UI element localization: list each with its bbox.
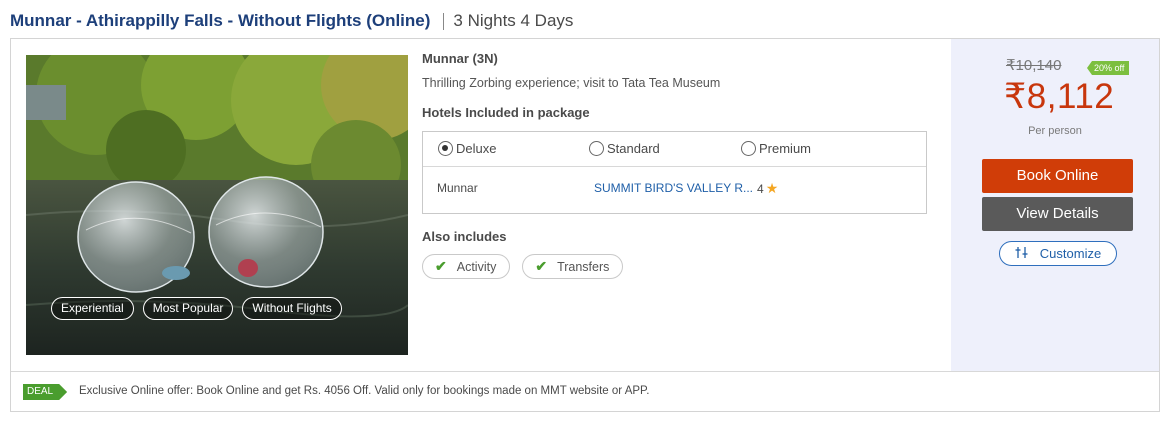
package-photo[interactable]: Experiential Most Popular Without Flight…	[26, 55, 408, 355]
deluxe-radio[interactable]	[438, 141, 453, 156]
tab-premium-label: Premium	[759, 141, 812, 156]
include-transfers: ✔ Transfers	[522, 254, 624, 279]
tab-standard[interactable]: Standard	[589, 141, 660, 156]
package-duration: 3 Nights 4 Days	[453, 11, 574, 30]
price-unit: Per person	[1028, 125, 1082, 137]
check-icon: ✔	[535, 258, 548, 274]
include-activity: ✔ Activity	[422, 254, 511, 279]
include-transfers-label: Transfers	[557, 259, 610, 274]
package-tags: Experiential Most Popular Without Flight…	[51, 297, 342, 320]
tab-premium[interactable]: Premium	[741, 141, 811, 156]
current-price: ₹8,112	[1004, 77, 1115, 116]
tag-most-popular: Most Popular	[142, 297, 234, 320]
price-panel: ₹10,140 20% off ₹8,112 Per person Book O…	[951, 39, 1159, 371]
hotel-name-link[interactable]: SUMMIT BIRD'S VALLEY R...	[594, 181, 753, 195]
package-details: Munnar (3N) Thrilling Zorbing experience…	[422, 51, 927, 279]
tag-without-flights: Without Flights	[242, 297, 342, 320]
customize-label: Customize	[1039, 246, 1102, 261]
tab-deluxe[interactable]: Deluxe	[438, 141, 496, 156]
original-price: ₹10,140	[1006, 57, 1062, 74]
also-includes-heading: Also includes	[422, 229, 507, 244]
destination-description: Thrilling Zorbing experience; visit to T…	[422, 76, 721, 90]
deal-tag: DEAL	[23, 384, 67, 400]
include-activity-label: Activity	[456, 259, 497, 274]
premium-radio[interactable]	[741, 141, 756, 156]
tab-standard-label: Standard	[607, 141, 660, 156]
discount-badge: 20% off	[1087, 61, 1130, 75]
tag-experiential: Experiential	[51, 297, 134, 320]
hotel-category-tabs: Deluxe Standard Premium	[423, 132, 926, 167]
star-icon: ★	[765, 180, 779, 196]
view-details-button[interactable]: View Details	[982, 197, 1133, 231]
book-online-button[interactable]: Book Online	[982, 159, 1133, 193]
hotel-options-box: Deluxe Standard Premium Munnar SUMMIT BI…	[422, 131, 927, 214]
hotel-row: Munnar SUMMIT BIRD'S VALLEY R... 4 ★	[423, 167, 926, 213]
package-title[interactable]: Munnar - Athirappilly Falls - Without Fl…	[10, 11, 430, 31]
hotel-city: Munnar	[437, 181, 478, 195]
package-header: Munnar - Athirappilly Falls - Without Fl…	[10, 10, 573, 32]
hotels-heading: Hotels Included in package	[422, 105, 590, 120]
title-divider	[443, 12, 445, 30]
deal-text: Exclusive Online offer: Book Online and …	[79, 385, 650, 397]
deal-bar: DEAL Exclusive Online offer: Book Online…	[11, 371, 1159, 411]
standard-radio[interactable]	[589, 141, 604, 156]
hotel-rating-value: 4	[757, 181, 764, 196]
sliders-icon	[1015, 246, 1028, 262]
customize-button[interactable]: Customize	[999, 241, 1117, 266]
also-includes-list: ✔ Activity ✔ Transfers	[422, 254, 927, 279]
destination-title: Munnar (3N)	[422, 51, 498, 66]
package-card: Experiential Most Popular Without Flight…	[10, 38, 1160, 412]
check-icon: ✔	[435, 258, 447, 274]
hotel-rating: 4 ★	[757, 180, 778, 197]
tab-deluxe-label: Deluxe	[456, 141, 497, 156]
